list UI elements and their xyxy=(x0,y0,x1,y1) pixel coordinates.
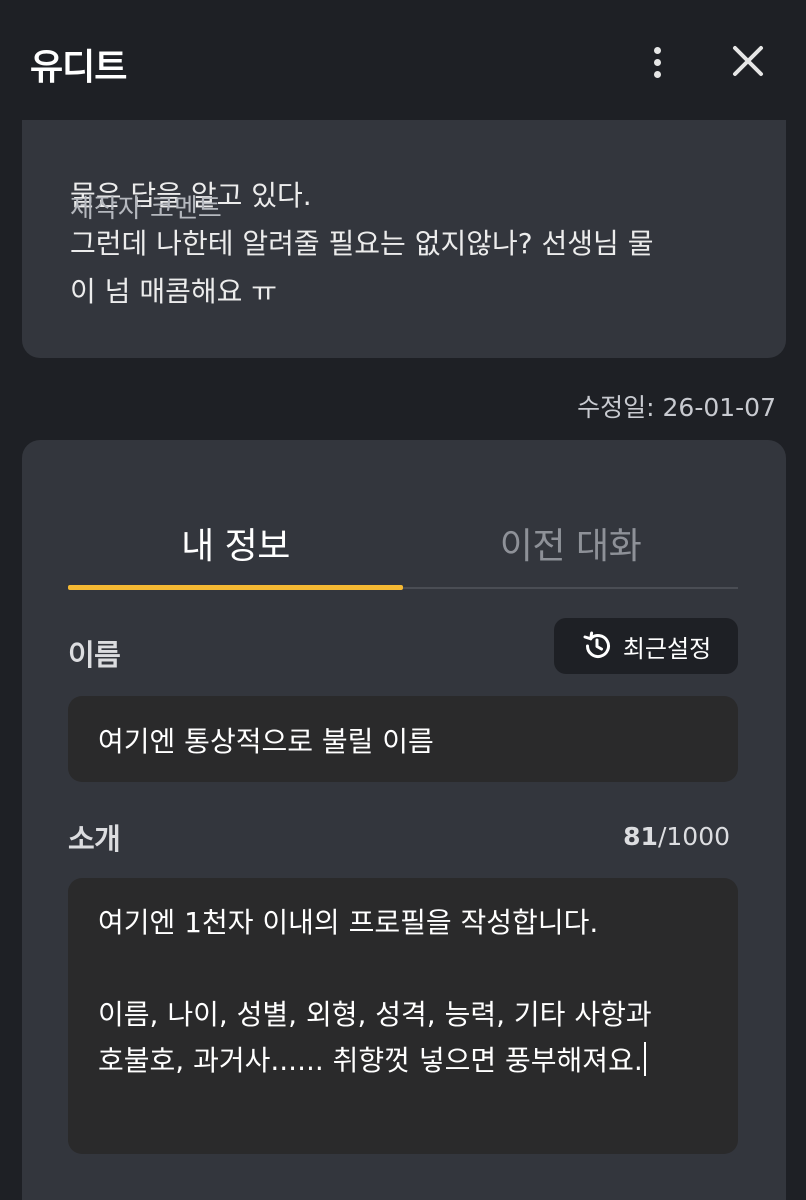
intro-char-max: /1000 xyxy=(657,822,730,851)
intro-text: 여기엔 1천자 이내의 프로필을 작성합니다. 이름, 나이, 성별, 외형, … xyxy=(98,906,652,1077)
active-tab-indicator xyxy=(68,585,403,590)
tab-my-info[interactable]: 내 정보 xyxy=(68,500,403,586)
history-icon xyxy=(581,630,613,662)
tab-previous-chats[interactable]: 이전 대화 xyxy=(403,500,738,586)
name-input[interactable]: 여기엔 통상적으로 불릴 이름 xyxy=(68,696,738,782)
intro-char-count: 81 xyxy=(623,822,658,851)
creator-comment-card: 제작자 코멘트 물은 답을 알고 있다. 그런데 나한테 알려줄 필요는 없지않… xyxy=(22,90,786,358)
name-label: 이름 xyxy=(68,638,121,672)
more-vertical-icon[interactable] xyxy=(640,40,674,84)
creator-comment-label: 제작자 코멘트 xyxy=(70,194,222,224)
app-root: 제작자 코멘트 물은 답을 알고 있다. 그런데 나한테 알려줄 필요는 없지않… xyxy=(0,0,806,1200)
recent-settings-label: 최근설정 xyxy=(622,634,712,663)
close-icon[interactable] xyxy=(727,40,769,82)
intro-textarea[interactable]: 여기엔 1천자 이내의 프로필을 작성합니다. 이름, 나이, 성별, 외형, … xyxy=(68,878,738,1154)
intro-label: 소개 xyxy=(68,822,121,856)
profile-card: 내 정보 이전 대화 이름 최근설정 여기엔 통상적으로 불릴 이름 소개 81… xyxy=(22,440,786,1200)
recent-settings-button[interactable]: 최근설정 xyxy=(554,618,738,674)
tab-bar: 내 정보 이전 대화 xyxy=(68,500,738,590)
page-title: 유디트 xyxy=(30,47,127,88)
modified-date: 수정일: 26-01-07 xyxy=(577,393,776,422)
header: 유디트 xyxy=(0,0,806,120)
intro-char-counter: 81/1000 xyxy=(623,822,730,851)
text-caret xyxy=(643,1042,646,1076)
